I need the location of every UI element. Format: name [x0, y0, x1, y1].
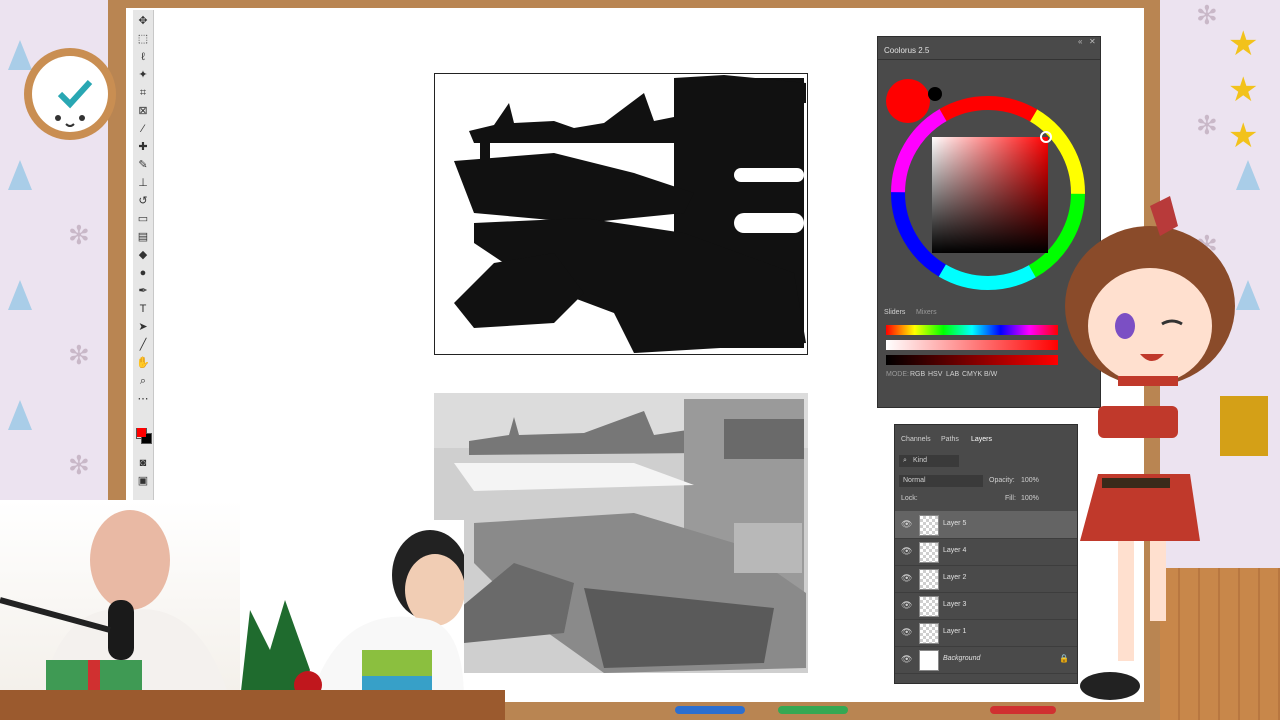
tree-decoration: [8, 160, 32, 190]
opacity-label: Opacity:: [989, 477, 1015, 484]
magic-wand-icon[interactable]: ✦: [136, 68, 150, 82]
star-icon: ★: [1228, 25, 1259, 63]
blend-mode-value: Normal: [903, 477, 926, 484]
screen-mode-icon[interactable]: ▣: [136, 474, 150, 488]
mode-rgb[interactable]: RGB: [910, 371, 925, 378]
layer-name: Layer 1: [943, 628, 967, 635]
visibility-eye-icon[interactable]: 👁: [901, 600, 912, 611]
search-icon: ⌕: [903, 457, 907, 464]
streamer-1: [0, 510, 230, 700]
layer-thumbnail: [919, 596, 939, 617]
tab-sliders[interactable]: Sliders: [884, 309, 905, 316]
visibility-eye-icon[interactable]: 👁: [901, 546, 912, 557]
lasso-tool-icon[interactable]: ℓ: [136, 50, 150, 64]
layer-thumbnail: [919, 569, 939, 590]
snowflake-icon: ✻: [68, 220, 90, 250]
panel-collapse-icon[interactable]: «: [1078, 37, 1082, 46]
foreground-color-fill: [137, 428, 146, 437]
layer-thumbnail: [919, 623, 939, 644]
mode-bw[interactable]: B/W: [984, 371, 997, 378]
healing-brush-icon[interactable]: ✚: [136, 140, 150, 154]
visibility-eye-icon[interactable]: 👁: [901, 519, 912, 530]
visibility-eye-icon[interactable]: 👁: [901, 573, 912, 584]
mascot-character: [1065, 196, 1268, 700]
dodge-tool-icon[interactable]: ●: [136, 266, 150, 280]
layer-thumbnail: [919, 515, 939, 536]
green-marker: [778, 706, 848, 714]
desk: [0, 690, 505, 720]
mode-hsv[interactable]: HSV: [928, 371, 942, 378]
tab-layers[interactable]: Layers: [971, 436, 992, 443]
tab-channels[interactable]: Channels: [901, 436, 931, 443]
filter-kind-label: Kind: [913, 457, 928, 464]
visibility-eye-icon[interactable]: 👁: [901, 654, 912, 665]
pen-tool-icon[interactable]: ✒: [136, 284, 150, 298]
frame-tool-icon[interactable]: ⊠: [136, 104, 150, 118]
tab-mixers[interactable]: Mixers: [916, 309, 937, 316]
hue-slider[interactable]: [886, 325, 1058, 335]
opacity-input[interactable]: 100%: [1021, 477, 1039, 484]
layer-name: Layer 3: [943, 601, 967, 608]
history-brush-icon[interactable]: ↺: [136, 194, 150, 208]
red-marker: [990, 706, 1056, 714]
panel-close-icon[interactable]: ✕: [1089, 37, 1096, 46]
mode-lab[interactable]: LAB: [946, 371, 959, 378]
quick-mask-icon[interactable]: ◙: [136, 456, 150, 470]
coolorus-title: Coolorus 2.5: [884, 46, 930, 55]
snowflake-icon: ✻: [68, 450, 90, 480]
hand-tool-icon[interactable]: ✋: [136, 356, 150, 370]
layer-filter-select[interactable]: ⌕ Kind: [899, 455, 959, 467]
brightness-slider[interactable]: [886, 355, 1058, 365]
clone-stamp-icon[interactable]: ⊥: [136, 176, 150, 190]
layer-name: Layer 4: [943, 547, 967, 554]
fill-label: Fill:: [1005, 495, 1016, 502]
streamer-2: [240, 530, 464, 700]
blur-tool-icon[interactable]: ◆: [136, 248, 150, 262]
tree-decoration: [1236, 160, 1260, 190]
more-tools-icon[interactable]: ⋯: [136, 392, 150, 406]
eyedropper-icon[interactable]: ⁄: [136, 122, 150, 136]
crop-tool-icon[interactable]: ⌗: [136, 86, 150, 100]
clock-icon: [24, 48, 116, 140]
layer-thumbnail: [919, 542, 939, 563]
layer-name: Background: [943, 655, 981, 662]
zoom-tool-icon[interactable]: ⌕: [136, 374, 150, 388]
move-tool-icon[interactable]: ✥: [136, 14, 150, 28]
type-tool-icon[interactable]: T: [136, 302, 150, 316]
star-icon: ★: [1228, 117, 1259, 155]
painting-sketch-bw: [434, 73, 808, 355]
path-select-icon[interactable]: ➤: [136, 320, 150, 334]
star-icon: ★: [1228, 71, 1259, 109]
visibility-eye-icon[interactable]: 👁: [901, 627, 912, 638]
snowflake-icon: ✻: [1196, 0, 1218, 30]
lock-label: Lock:: [901, 495, 918, 502]
gradient-tool-icon[interactable]: ▤: [136, 230, 150, 244]
snowflake-icon: ✻: [68, 340, 90, 370]
layer-thumbnail: [919, 650, 939, 671]
eraser-tool-icon[interactable]: ▭: [136, 212, 150, 226]
blue-marker: [675, 706, 745, 714]
marquee-tool-icon[interactable]: ⬚: [136, 32, 150, 46]
shape-tool-icon[interactable]: ╱: [136, 338, 150, 352]
saturation-slider[interactable]: [886, 340, 1058, 350]
tree-decoration: [8, 280, 32, 310]
layer-name: Layer 5: [943, 520, 967, 527]
mode-cmyk[interactable]: CMYK: [962, 371, 982, 378]
layer-name: Layer 2: [943, 574, 967, 581]
tab-paths[interactable]: Paths: [941, 436, 959, 443]
brush-tool-icon[interactable]: ✎: [136, 158, 150, 172]
snowflake-icon: ✻: [1196, 110, 1218, 140]
blend-mode-select[interactable]: Normal: [899, 475, 983, 487]
tree-decoration: [8, 400, 32, 430]
fill-input[interactable]: 100%: [1021, 495, 1039, 502]
painting-value-study: [434, 393, 808, 673]
mode-label: MODE:: [886, 371, 909, 378]
